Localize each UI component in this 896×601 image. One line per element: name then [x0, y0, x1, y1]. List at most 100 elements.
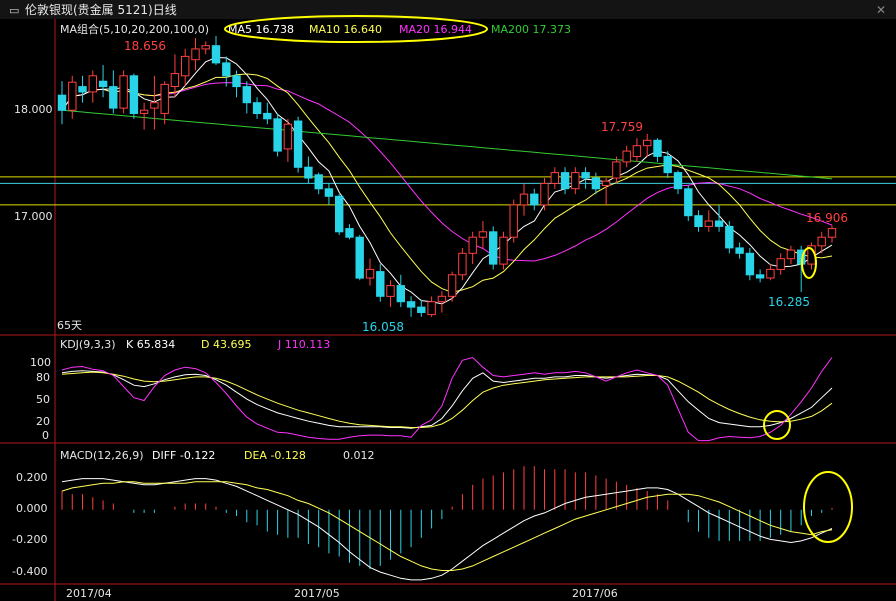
x-tick-2017-04: 2017/04 [66, 587, 112, 600]
candle-body [232, 75, 241, 88]
period-label: 65天 [57, 319, 82, 332]
candle-body [704, 220, 713, 227]
x-tick-2017-05: 2017/05 [294, 587, 340, 600]
candle-body [714, 220, 724, 227]
candle-body [139, 109, 149, 114]
candle-body [766, 268, 775, 279]
y-tick-kdj-0: 0 [42, 429, 49, 442]
candle-body [684, 188, 693, 217]
candle-body [530, 193, 539, 206]
candle-body [694, 215, 703, 227]
candle-body [119, 75, 128, 109]
legend-ma200: MA200 17.373 [491, 23, 571, 36]
y-tick-price-18000: 18.000 [14, 103, 53, 116]
candle-body [293, 120, 303, 168]
close-icon[interactable]: ✕ [876, 3, 886, 17]
candle-body [519, 193, 529, 206]
candle-body [417, 306, 426, 314]
chart-canvas: ▭ 伦敦银现(贵金属 5121)日线 ✕ MA组合(5,10,20,200,10… [0, 0, 896, 601]
candle-body [201, 45, 210, 50]
kdj-line-d [61, 371, 833, 428]
x-tick-2017-06: 2017/06 [572, 587, 618, 600]
candle-body [129, 75, 139, 115]
y-tick-macd-0000: 0.000 [16, 502, 48, 515]
candle-body [827, 228, 837, 238]
legend-ma10: MA10 16.640 [309, 23, 382, 36]
candle-body [88, 75, 97, 93]
candle-body [560, 172, 570, 190]
candle-body [181, 55, 190, 77]
candle-body [509, 204, 518, 238]
candle-body [314, 174, 323, 190]
candle-body [776, 258, 785, 271]
ma5-line [61, 56, 833, 305]
legend-dea: DEA -0.128 [244, 449, 306, 462]
annotation-last: 16.906 [806, 211, 848, 225]
y-tick-kdj-20: 20 [36, 415, 50, 428]
kdj-highlight-ellipse [763, 410, 791, 440]
window-title: 伦敦银现(贵金属 5121)日线 [25, 2, 177, 17]
candle-body [160, 83, 169, 114]
macd-panel: MACD(12,26,9) DIFF -0.122 DEA -0.128 0.0… [12, 449, 853, 581]
candle-body [273, 118, 282, 152]
kdj-line-j [61, 356, 833, 442]
candle-body [601, 180, 611, 186]
candle-body [345, 228, 354, 238]
price-panel: MA组合(5,10,20,200,100,0) MA5 16.738 MA10 … [0, 15, 896, 334]
candle-body [78, 86, 87, 93]
annotation-low-1: 16.058 [362, 320, 404, 334]
candle-body [468, 236, 477, 254]
candle-body [283, 123, 293, 150]
candle-body [755, 274, 765, 279]
candle-body [191, 48, 200, 61]
legend-macd-value: 0.012 [343, 449, 375, 462]
candle-body [550, 172, 559, 184]
annotation-high-2: 17.759 [601, 120, 643, 134]
title-bar: ▭ 伦敦银现(贵金属 5121)日线 ✕ [0, 0, 896, 19]
candle-body [150, 102, 159, 109]
macd-highlight-ellipse [803, 471, 853, 543]
candle-body [170, 73, 180, 87]
kdj-title: KDJ(9,3,3) [60, 338, 116, 351]
candle-body [458, 252, 467, 276]
window-control-icon[interactable]: ▭ [9, 4, 19, 17]
candle-body [386, 285, 395, 297]
candle-body [817, 236, 826, 247]
candle-body [222, 62, 231, 77]
candle-body [653, 139, 662, 157]
candle-body [591, 177, 601, 190]
x-axis: 2017/04 2017/05 2017/06 [66, 587, 618, 600]
kdj-panel: KDJ(9,3,3) K 65.834 D 43.695 J 110.113 1… [30, 338, 833, 442]
candle-body [540, 182, 549, 206]
candle-body [365, 268, 375, 279]
y-tick-macd-0200: 0.200 [16, 471, 48, 484]
candle-body [735, 247, 744, 254]
legend-j: J 110.113 [277, 338, 330, 351]
macd-diff-line [61, 478, 833, 581]
y-tick-kdj-80: 80 [36, 371, 50, 384]
candle-body [437, 295, 447, 303]
candle-body [571, 172, 580, 190]
candle-body [786, 249, 796, 260]
y-tick-price-17000: 17.000 [14, 210, 53, 223]
candle-body [478, 231, 488, 238]
candle-body [673, 172, 683, 190]
candle-body [581, 172, 590, 179]
legend-diff: DIFF -0.122 [152, 449, 215, 462]
candle-body [632, 145, 642, 157]
candle-body [612, 161, 621, 179]
macd-title: MACD(12,26,9) [60, 449, 144, 462]
candle-body [211, 45, 221, 64]
candle-body [57, 94, 67, 111]
candle-body [263, 112, 272, 120]
candle-body [324, 188, 334, 197]
price-panel-title: MA组合(5,10,20,200,100,0) [60, 22, 209, 36]
candle-body [643, 139, 652, 147]
ma20-line [61, 82, 833, 262]
candle-body [663, 156, 672, 174]
candle-body [335, 195, 344, 233]
candle-body [499, 236, 508, 265]
candle-body [622, 150, 631, 163]
candle-body [252, 102, 262, 114]
legend-d: D 43.695 [201, 338, 251, 351]
